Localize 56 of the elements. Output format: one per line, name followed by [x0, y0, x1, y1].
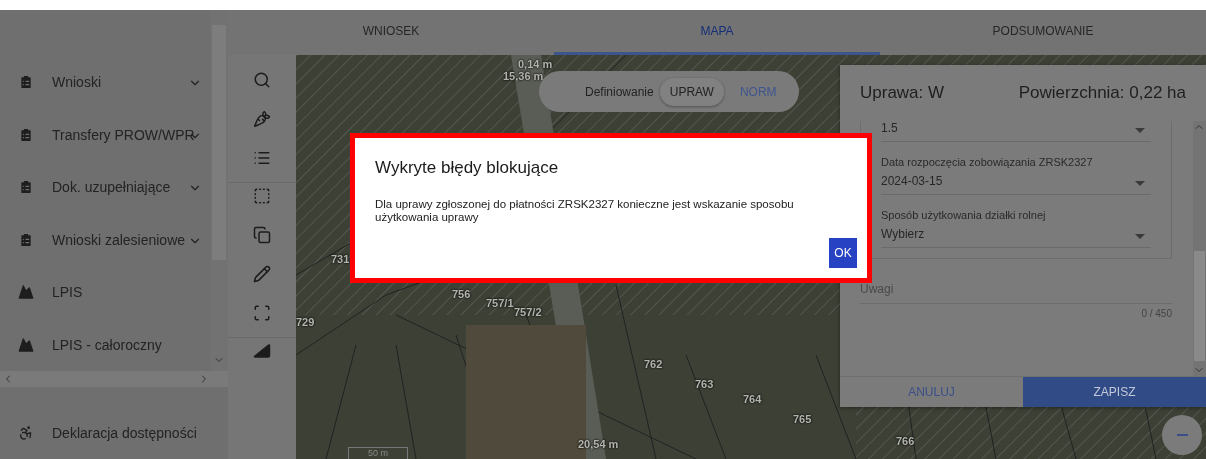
search-icon[interactable]: [253, 71, 271, 89]
sidebar-item[interactable]: Dok. uzupełniające: [0, 161, 210, 214]
map-label: 765: [793, 413, 812, 425]
horizontal-scrollbar[interactable]: [0, 371, 228, 387]
select-field[interactable]: Data rozpoczęcia zobowiązania ZRSK2327 2024-03-15: [881, 142, 1151, 195]
dialog-message: Dla uprawy zgłoszonej do płatności ZRSK2327 konieczne jest wskazanie sposobu użytkowania uprawy: [375, 198, 795, 224]
mountain-icon: [18, 336, 34, 353]
sidebar-item[interactable]: Transfery PROW/WPR: [0, 108, 210, 161]
scrollbar[interactable]: [1193, 121, 1206, 376]
dialog-title: Wykryte błędy blokujące: [375, 158, 560, 178]
dropdown-caret-icon: [1135, 128, 1145, 133]
map-label: 731: [331, 253, 350, 265]
selection-frame-icon[interactable]: [253, 304, 271, 322]
cancel-button[interactable]: ANULUJ: [840, 376, 1023, 407]
map-label: 763: [695, 378, 714, 390]
map-label: 757/1: [486, 297, 514, 309]
map-label: 756: [452, 288, 471, 300]
accessibility-icon: [18, 425, 34, 441]
dropdown-caret-icon: [1135, 234, 1145, 239]
sidebar-item[interactable]: LPIS: [0, 266, 210, 319]
pencil-icon[interactable]: [253, 265, 271, 283]
map-label: 764: [743, 393, 762, 405]
scale-bar: 50 m: [348, 447, 408, 459]
sidebar-item[interactable]: Wnioski: [0, 56, 210, 109]
overlapping-squares-icon[interactable]: [253, 226, 271, 244]
select-field[interactable]: 1.5: [881, 121, 1151, 142]
ok-button[interactable]: OK: [829, 238, 857, 268]
map-label: 762: [644, 358, 663, 370]
clipboard-icon: [18, 231, 34, 248]
sidebar-item[interactable]: Deklaracja dostępności: [0, 413, 228, 453]
map-label: 0,14 m: [518, 58, 553, 70]
list-icon[interactable]: [253, 149, 271, 167]
map-label: 15,36 m: [503, 70, 544, 82]
map-label: 766: [896, 435, 915, 447]
clipboard-icon: [18, 179, 34, 196]
carrot-icon[interactable]: [253, 110, 271, 128]
sidebar-item[interactable]: LPIS - całoroczny: [0, 318, 210, 371]
mode-option[interactable]: NORM: [729, 77, 787, 106]
mode-option[interactable]: UPRAW: [659, 77, 724, 106]
minus-icon: [1176, 434, 1188, 436]
map-label: 20,54 m: [578, 438, 619, 450]
mode-label: Definiowanie: [585, 84, 654, 99]
mountain-icon: [18, 284, 34, 301]
tab[interactable]: WNIOSEK: [228, 10, 554, 55]
dashed-square-icon[interactable]: [253, 187, 271, 205]
clipboard-icon: [18, 126, 34, 143]
map-label: 757/2: [514, 306, 542, 318]
tab[interactable]: PODSUMOWANIE: [880, 10, 1206, 55]
select-field[interactable]: Sposób użytkowania działki rolnej Wybierz: [881, 195, 1151, 248]
clipboard-icon: [18, 74, 34, 91]
area-text: Powierzchnia: 0,22 ha: [1018, 83, 1186, 103]
dropdown-caret-icon: [1135, 181, 1145, 186]
map-label: 729: [296, 316, 315, 328]
panel-title: Uprawa: W: [860, 83, 945, 103]
save-button[interactable]: ZAPISZ: [1023, 376, 1206, 407]
sidebar-item[interactable]: Wnioski zalesieniowe: [0, 213, 210, 266]
